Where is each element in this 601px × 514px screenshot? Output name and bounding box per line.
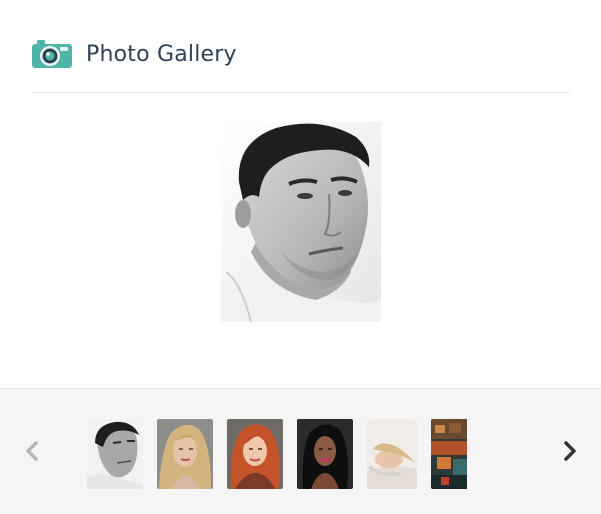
photo-gallery-page: Photo Gallery [0, 0, 601, 514]
thumbnail-strip [0, 388, 601, 514]
camera-icon [32, 40, 72, 68]
chevron-right-icon [564, 441, 576, 461]
thumbnail-woman-lying[interactable] [367, 419, 417, 489]
chevron-left-icon [26, 441, 38, 461]
thumbnail-man-portrait[interactable] [87, 419, 143, 489]
thumbnail-colorful-image[interactable] [431, 419, 467, 489]
previous-button[interactable] [22, 439, 42, 463]
page-title: Photo Gallery [86, 41, 237, 67]
thumbnail-list [87, 419, 467, 489]
thumbnail-redhead-woman[interactable] [227, 419, 283, 489]
thumbnail-dark-haired-woman[interactable] [297, 419, 353, 489]
thumbnail-blonde-woman[interactable] [157, 419, 213, 489]
main-photo [221, 122, 381, 322]
header-divider [32, 92, 571, 93]
gallery-header: Photo Gallery [32, 38, 237, 70]
next-button[interactable] [560, 439, 580, 463]
